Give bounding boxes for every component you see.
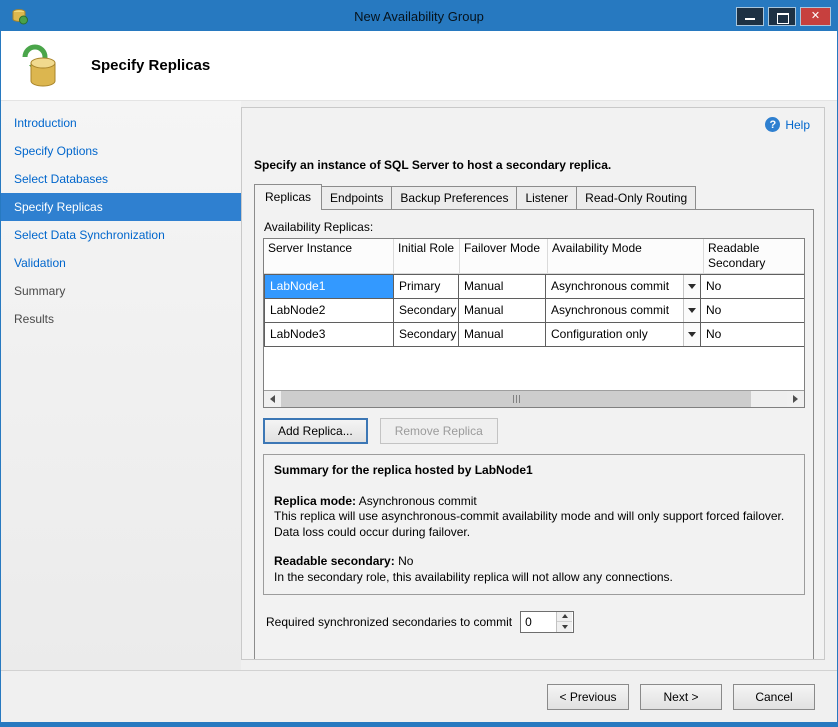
tab-endpoints[interactable]: Endpoints xyxy=(321,186,392,209)
tab-read-only-routing[interactable]: Read-Only Routing xyxy=(576,186,696,209)
cell-failover-mode[interactable]: Manual xyxy=(458,322,546,347)
help-link[interactable]: Help xyxy=(765,117,810,132)
maximize-button[interactable] xyxy=(768,7,796,26)
cell-readable-secondary[interactable]: No xyxy=(700,274,805,299)
cell-initial-role[interactable]: Primary xyxy=(393,274,459,299)
next-button[interactable]: Next > xyxy=(640,684,722,710)
main-panel: Help Specify an instance of SQL Server t… xyxy=(241,107,825,660)
replica-mode-value: Asynchronous commit xyxy=(359,494,477,508)
cell-readable-secondary[interactable]: No xyxy=(700,298,805,323)
replicas-grid: Server Instance Initial Role Failover Mo… xyxy=(263,238,805,408)
required-secondaries-spinner xyxy=(520,611,574,633)
scroll-left-button[interactable] xyxy=(264,391,281,407)
sidebar-item-select-databases[interactable]: Select Databases xyxy=(1,165,241,193)
minimize-button[interactable] xyxy=(736,7,764,26)
spinner-buttons xyxy=(556,612,572,632)
replica-buttons-row: Add Replica... Remove Replica xyxy=(263,418,805,444)
previous-button[interactable]: < Previous xyxy=(547,684,629,710)
readable-secondary-label: Readable secondary: xyxy=(274,554,395,568)
instruction-text: Specify an instance of SQL Server to hos… xyxy=(254,158,810,172)
column-header-availability-mode: Availability Mode xyxy=(548,239,704,274)
readable-secondary-value: No xyxy=(398,554,413,568)
required-secondaries-label: Required synchronized secondaries to com… xyxy=(266,615,512,629)
wizard-footer: < Previous Next > Cancel xyxy=(1,670,837,722)
close-button[interactable] xyxy=(800,7,831,26)
cell-server-instance[interactable]: LabNode2 xyxy=(264,298,394,323)
cancel-button[interactable]: Cancel xyxy=(733,684,815,710)
chevron-down-icon[interactable] xyxy=(683,299,700,322)
add-replica-button[interactable]: Add Replica... xyxy=(263,418,368,444)
availability-mode-value: Asynchronous commit xyxy=(546,275,683,298)
required-secondaries-row: Required synchronized secondaries to com… xyxy=(266,611,805,633)
column-header-initial-role: Initial Role xyxy=(394,239,460,274)
scroll-thumb[interactable] xyxy=(281,391,751,407)
app-icon xyxy=(10,7,28,25)
window-title: New Availability Group xyxy=(1,9,837,24)
wizard-body: Introduction Specify Options Select Data… xyxy=(1,101,837,670)
tab-replicas[interactable]: Replicas xyxy=(254,184,322,210)
sidebar-item-introduction[interactable]: Introduction xyxy=(1,109,241,137)
table-row: LabNode3 Secondary Manual Configuration … xyxy=(264,322,804,347)
table-row: LabNode2 Secondary Manual Asynchronous c… xyxy=(264,298,804,323)
replicas-tab-page: Availability Replicas: Server Instance I… xyxy=(254,209,814,660)
summary-title: Summary for the replica hosted by LabNod… xyxy=(274,463,794,479)
cell-failover-mode[interactable]: Manual xyxy=(458,298,546,323)
replica-mode-label: Replica mode: xyxy=(274,494,356,508)
horizontal-scrollbar[interactable] xyxy=(264,390,804,407)
availability-mode-value: Asynchronous commit xyxy=(546,299,683,322)
availability-mode-dropdown[interactable]: Configuration only xyxy=(545,322,701,347)
window-controls xyxy=(736,7,831,26)
page-title: Specify Replicas xyxy=(91,57,210,74)
replica-summary-box: Summary for the replica hosted by LabNod… xyxy=(263,454,805,595)
grid-header-row: Server Instance Initial Role Failover Mo… xyxy=(264,239,804,274)
scroll-track[interactable] xyxy=(751,391,787,407)
title-bar: New Availability Group xyxy=(1,1,837,31)
availability-replicas-label: Availability Replicas: xyxy=(264,220,805,234)
required-secondaries-input[interactable] xyxy=(521,612,556,632)
column-header-readable-secondary: Readable Secondary xyxy=(704,239,805,274)
table-row: LabNode1 Primary Manual Asynchronous com… xyxy=(264,274,804,299)
readable-secondary-description: In the secondary role, this availability… xyxy=(274,570,794,586)
tab-listener[interactable]: Listener xyxy=(516,186,577,209)
cell-server-instance[interactable]: LabNode3 xyxy=(264,322,394,347)
replica-database-icon xyxy=(17,41,63,91)
help-icon xyxy=(765,117,780,132)
cell-server-instance[interactable]: LabNode1 xyxy=(264,274,394,299)
sidebar-item-specify-replicas[interactable]: Specify Replicas xyxy=(1,193,241,221)
sidebar-item-results: Results xyxy=(1,305,241,333)
tab-backup-preferences[interactable]: Backup Preferences xyxy=(391,186,517,209)
wizard-steps-sidebar: Introduction Specify Options Select Data… xyxy=(1,101,241,670)
spinner-up-button[interactable] xyxy=(557,612,572,623)
availability-mode-dropdown[interactable]: Asynchronous commit xyxy=(545,298,701,323)
scroll-right-button[interactable] xyxy=(787,391,804,407)
cell-initial-role[interactable]: Secondary xyxy=(393,298,459,323)
wizard-header: Specify Replicas xyxy=(1,31,837,101)
remove-replica-button[interactable]: Remove Replica xyxy=(380,418,498,444)
replica-mode-description: This replica will use asynchronous-commi… xyxy=(274,509,794,540)
availability-mode-value: Configuration only xyxy=(546,323,683,346)
chevron-down-icon[interactable] xyxy=(683,323,700,346)
replica-mode-line: Replica mode: Asynchronous commit xyxy=(274,494,794,510)
chevron-down-icon[interactable] xyxy=(683,275,700,298)
cell-failover-mode[interactable]: Manual xyxy=(458,274,546,299)
readable-secondary-line: Readable secondary: No xyxy=(274,554,794,570)
cell-readable-secondary[interactable]: No xyxy=(700,322,805,347)
column-header-failover-mode: Failover Mode xyxy=(460,239,548,274)
sidebar-item-specify-options[interactable]: Specify Options xyxy=(1,137,241,165)
sidebar-item-select-data-synchronization[interactable]: Select Data Synchronization xyxy=(1,221,241,249)
tab-strip: Replicas Endpoints Backup Preferences Li… xyxy=(254,184,824,209)
grid-empty-area xyxy=(264,347,804,390)
cell-initial-role[interactable]: Secondary xyxy=(393,322,459,347)
spinner-down-button[interactable] xyxy=(557,622,572,632)
sidebar-item-validation[interactable]: Validation xyxy=(1,249,241,277)
sidebar-item-summary: Summary xyxy=(1,277,241,305)
availability-mode-dropdown[interactable]: Asynchronous commit xyxy=(545,274,701,299)
column-header-server-instance: Server Instance xyxy=(264,239,394,274)
dialog-window: New Availability Group Specify Replicas … xyxy=(0,0,838,727)
